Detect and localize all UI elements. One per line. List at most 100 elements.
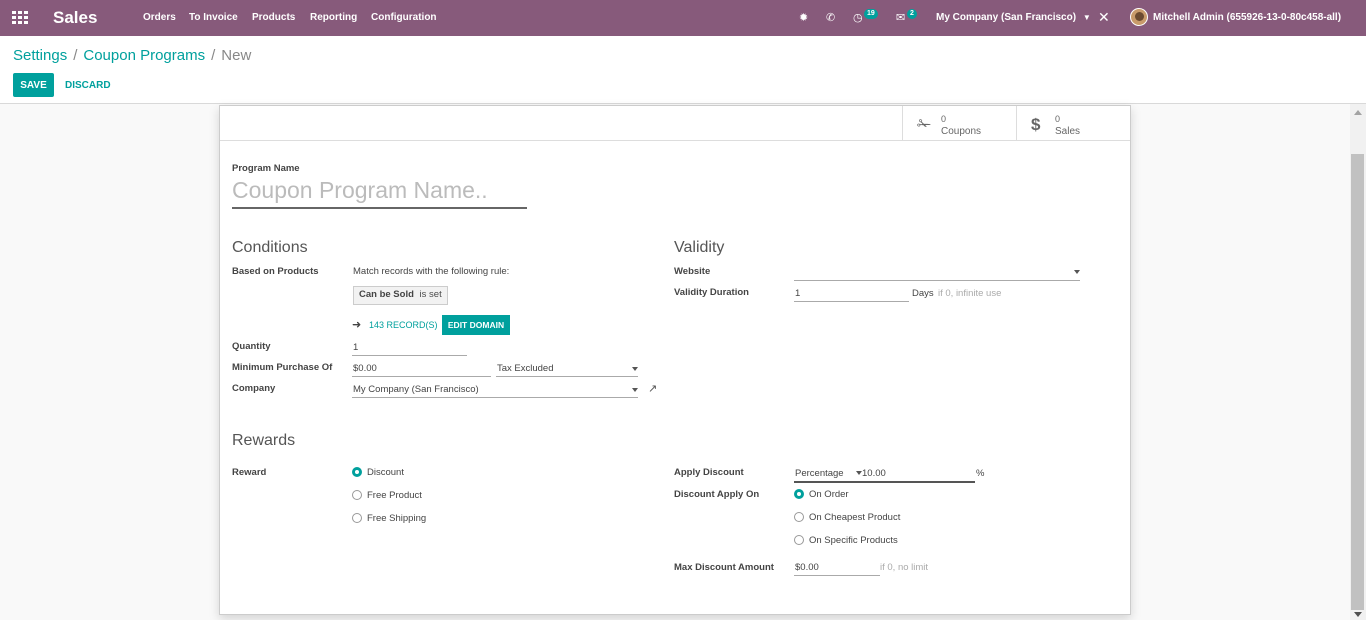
apply-on-specific-label: On Specific Products [809,535,898,546]
quantity-label: Quantity [232,341,271,352]
breadcrumb-separator: / [211,47,216,64]
user-menu[interactable]: Mitchell Admin (655926-13-0-80c458-all) [1153,12,1341,23]
tax-mode-select[interactable]: Tax Excluded [497,363,554,374]
caret-down-icon [632,367,638,371]
max-discount-label: Max Discount Amount [674,562,774,573]
records-link[interactable]: 143 RECORD(S) [369,320,438,330]
discount-apply-on-label: Discount Apply On [674,489,760,500]
menu-products[interactable]: Products [252,12,295,23]
apply-on-cheapest-label: On Cheapest Product [809,512,901,523]
reward-discount-label: Discount [367,467,404,478]
breadcrumb: Settings / Coupon Programs / New [13,47,251,64]
coupons-count: 0 [941,114,947,124]
reward-free-shipping-label: Free Shipping [367,513,427,524]
apply-on-specific-radio[interactable] [794,535,804,545]
menu-orders[interactable]: Orders [143,12,176,23]
activity-counter-badge: 19 [864,9,878,19]
based-on-products-label: Based on Products [232,266,319,277]
max-discount-hint: if 0, no limit [880,562,929,573]
apply-on-order-label: On Order [809,489,849,500]
discount-value-input[interactable]: 10.00 [862,468,886,479]
messages-counter-badge: 2 [907,9,917,19]
validity-duration-underline [794,301,909,302]
min-purchase-underline [352,376,491,377]
control-panel: Settings / Coupon Programs / New SAVE DISCAR… [0,36,1366,104]
reward-free-product-radio[interactable] [352,490,362,500]
max-discount-input[interactable]: $0.00 [795,562,819,573]
stat-button-box: ✁ 0 Coupons $ 0 Sales [220,106,1130,141]
discount-type-select[interactable]: Percentage [795,468,844,479]
discount-unit: % [976,468,985,479]
breadcrumb-current: New [221,47,252,64]
sales-label: Sales [1055,126,1081,137]
reward-free-shipping-radio[interactable] [352,513,362,523]
max-discount-underline [794,575,880,576]
conditions-title: Conditions [232,239,308,256]
sales-stat-button[interactable]: $ 0 Sales [1016,106,1130,140]
app-brand[interactable]: Sales [53,8,97,28]
domain-rule-field: Can be Sold [359,289,414,300]
reward-label: Reward [232,467,267,478]
top-navbar: Sales Orders To Invoice Products Reporti… [0,0,1366,36]
edit-domain-button[interactable]: EDIT DOMAIN [442,315,510,335]
rewards-title: Rewards [232,432,296,449]
apply-on-cheapest-radio[interactable] [794,512,804,522]
domain-rule-operator: is set [419,289,442,300]
domain-rule-tag[interactable]: Can be Sold is set [353,286,448,305]
caret-down-icon [1074,270,1080,274]
validity-duration-label: Validity Duration [674,287,749,298]
dollar-icon: $ [1031,115,1041,134]
website-underline [794,280,1080,281]
validity-duration-unit: Days [912,288,934,299]
breadcrumb-separator: / [73,47,78,64]
company-underline [352,397,638,398]
discard-button[interactable]: DISCARD [65,80,111,91]
program-name-input[interactable]: Coupon Program Name.. [232,177,527,209]
activity-clock-icon[interactable]: ◷ [853,11,863,24]
menu-configuration[interactable]: Configuration [371,12,437,23]
company-switcher-label: My Company (San Francisco) [936,12,1077,23]
form-sheet: ✁ 0 Coupons $ 0 Sales Program Name Coupo… [219,105,1131,615]
breadcrumb-settings[interactable]: Settings [13,47,67,64]
close-icon[interactable]: ✕ [1098,9,1110,26]
coupons-stat-button[interactable]: ✁ 0 Coupons [902,106,1016,140]
menu-to-invoice[interactable]: To Invoice [189,12,238,23]
validity-duration-hint: if 0, infinite use [938,288,1002,299]
company-switcher[interactable]: My Company (San Francisco) ▼ [936,12,1091,23]
sales-count: 0 [1055,114,1061,124]
menu-reporting[interactable]: Reporting [310,12,357,23]
caret-down-icon [632,388,638,392]
website-label: Website [674,266,711,277]
program-name-label: Program Name [232,163,300,174]
apps-menu-icon[interactable] [12,11,28,25]
bug-icon[interactable]: ✹ [799,11,808,24]
scrollbar-thumb[interactable] [1351,154,1364,610]
quantity-input[interactable]: 1 [353,342,358,353]
phone-icon[interactable]: ✆ [826,11,835,24]
coupons-label: Coupons [941,126,982,137]
ticket-icon: ✁ [917,115,932,134]
discount-underline [794,481,975,483]
reward-free-product-label: Free Product [367,490,422,501]
chevron-down-icon: ▼ [1082,13,1091,22]
validity-duration-input[interactable]: 1 [795,288,800,299]
quantity-underline [352,355,467,356]
apply-discount-label: Apply Discount [674,467,744,478]
scroll-down-icon[interactable] [1354,612,1362,617]
min-purchase-label: Minimum Purchase Of [232,362,333,373]
validity-title: Validity [674,239,725,256]
arrow-right-icon: ➜ [352,319,362,331]
apply-on-order-radio[interactable] [794,489,804,499]
messages-icon[interactable]: ✉ [896,11,905,24]
company-label: Company [232,383,276,394]
company-select[interactable]: My Company (San Francisco) [353,384,479,395]
avatar[interactable] [1130,8,1148,26]
tax-mode-underline [496,376,638,377]
save-button[interactable]: SAVE [13,73,54,97]
reward-discount-radio[interactable] [352,467,362,477]
domain-rule-text: Match records with the following rule: [353,266,510,277]
min-purchase-input[interactable]: $0.00 [353,363,377,374]
breadcrumb-coupon-programs[interactable]: Coupon Programs [83,47,205,64]
scroll-up-icon[interactable] [1354,110,1362,115]
external-link-icon[interactable]: ↗ [648,382,657,395]
